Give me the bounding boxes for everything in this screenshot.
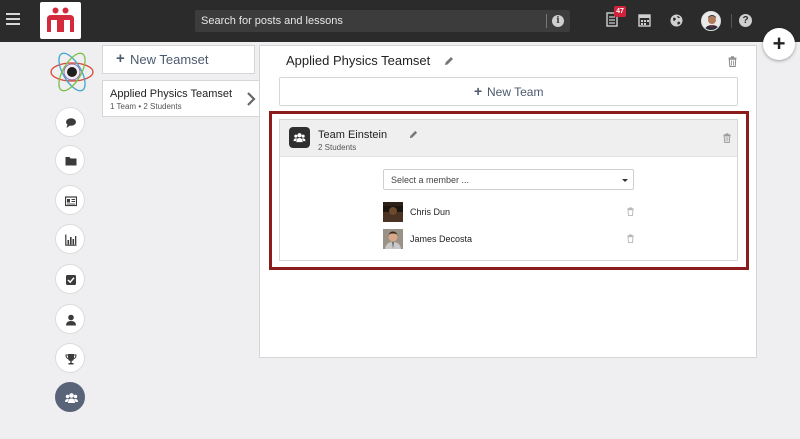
- teamset-panel: Applied Physics Teamset + New Team Team …: [259, 45, 757, 358]
- team-subtitle: 2 Students: [318, 143, 357, 152]
- search-divider: [546, 14, 547, 28]
- edit-team-pencil-icon[interactable]: [409, 130, 418, 139]
- caret-down-icon: [622, 179, 628, 182]
- calendar-icon[interactable]: [638, 13, 651, 30]
- sidebar-item-people[interactable]: [55, 304, 85, 334]
- teamset-item[interactable]: Applied Physics Teamset 1 Team • 2 Stude…: [102, 80, 259, 117]
- sidebar-item-files[interactable]: [55, 145, 85, 175]
- teamset-subtitle: 1 Team • 2 Students: [110, 102, 182, 111]
- member-row: Chris Dun: [383, 202, 635, 222]
- sidebar-item-analytics[interactable]: [55, 224, 85, 254]
- sidebar-item-assignments[interactable]: [55, 264, 85, 294]
- sidebar-item-discussions[interactable]: [55, 107, 85, 137]
- group-icon: [65, 393, 78, 403]
- course-logo[interactable]: [48, 48, 96, 96]
- user-icon: [66, 314, 76, 326]
- app-logo[interactable]: [40, 2, 81, 39]
- delete-team-trash-icon[interactable]: [723, 133, 731, 143]
- search-input[interactable]: [195, 10, 545, 32]
- add-button[interactable]: +: [763, 28, 795, 60]
- teamset-title: Applied Physics Teamset: [110, 88, 233, 100]
- checkbox-icon: [66, 275, 76, 285]
- user-avatar[interactable]: [701, 11, 721, 31]
- notification-count-badge: 47: [614, 6, 626, 17]
- member-row: James Decosta: [383, 229, 635, 249]
- chat-bubble-icon: [66, 118, 76, 128]
- new-teamset-label: New Teamset: [130, 52, 209, 67]
- member-name: Chris Dun: [410, 207, 451, 217]
- member-select-placeholder: Select a member ...: [391, 175, 470, 185]
- new-team-label: New Team: [487, 85, 544, 99]
- member-select[interactable]: Select a member ...: [383, 169, 634, 190]
- topbar-divider: [731, 14, 732, 28]
- edit-pencil-icon[interactable]: [444, 56, 454, 66]
- trophy-icon: [65, 354, 77, 365]
- id-card-icon: [65, 196, 77, 207]
- sidebar-item-roster[interactable]: [55, 185, 85, 215]
- plus-icon: +: [116, 50, 125, 67]
- member-name: James Decosta: [410, 234, 473, 244]
- globe-icon[interactable]: [670, 14, 683, 30]
- member-avatar: [383, 229, 403, 249]
- sidebar-item-achievements[interactable]: [55, 343, 85, 373]
- team-group-icon: [289, 127, 310, 148]
- top-bar: i 47: [0, 0, 800, 42]
- menu-icon[interactable]: [6, 13, 20, 27]
- team-card: Team Einstein 2 Students Select a member…: [279, 119, 738, 261]
- sidebar-item-teams[interactable]: [55, 382, 85, 412]
- team-name: Team Einstein: [318, 129, 388, 141]
- team-header: Team Einstein 2 Students: [280, 120, 737, 157]
- search-bar: i: [195, 10, 570, 32]
- folder-icon: [65, 157, 77, 166]
- page-title: Applied Physics Teamset: [286, 53, 431, 68]
- new-team-button[interactable]: + New Team: [279, 77, 738, 106]
- help-icon[interactable]: ?: [739, 14, 752, 27]
- delete-teamset-trash-icon[interactable]: [728, 56, 737, 67]
- member-avatar: [383, 202, 403, 222]
- info-icon[interactable]: i: [552, 15, 564, 27]
- remove-member-trash-icon[interactable]: [627, 207, 634, 216]
- chevron-right-icon: [247, 92, 256, 106]
- remove-member-trash-icon[interactable]: [627, 234, 634, 243]
- bar-chart-icon: [65, 234, 77, 246]
- plus-icon: +: [474, 83, 483, 99]
- new-teamset-button[interactable]: + New Teamset: [102, 45, 255, 74]
